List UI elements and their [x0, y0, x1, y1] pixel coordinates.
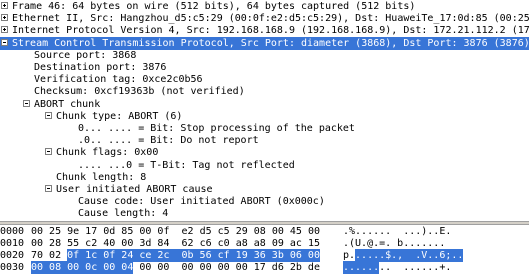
- tree-row[interactable]: Cause length: 4: [0, 207, 529, 220]
- tree-row[interactable]: Chunk type: ABORT (6): [0, 110, 529, 123]
- tree-row[interactable]: Cause code: User initiated ABORT (0x000c…: [0, 195, 529, 208]
- tree-row-label: Checksum: 0xcf19363b (not verified): [34, 86, 245, 98]
- tree-row-label: Internet Protocol Version 4, Src: 192.16…: [12, 25, 529, 37]
- tree-row-label: Chunk flags: 0x00: [56, 147, 159, 159]
- tree-row[interactable]: Chunk flags: 0x00: [0, 146, 529, 159]
- hex-offset: 0030: [0, 262, 25, 273]
- tree-row[interactable]: Stream Control Transmission Protocol, Sr…: [0, 36, 529, 50]
- hex-ascii-highlight: ......: [343, 261, 380, 274]
- tree-row[interactable]: 0... .... = Bit: Stop processing of the …: [0, 122, 529, 135]
- tree-row-label: Cause length: 4: [78, 208, 169, 220]
- tree-row-label: Frame 46: 64 bytes on wire (512 bits), 6…: [12, 1, 416, 12]
- packet-bytes-pane[interactable]: 0000 00 25 9e 17 0d 85 00 0f e2 d5 c5 29 …: [0, 225, 529, 274]
- tree-row-label: User initiated ABORT cause: [56, 184, 213, 195]
- hex-row[interactable]: 0030 00 08 00 0c 00 04 00 00 00 00 00 00 …: [0, 261, 529, 274]
- packet-details-tree[interactable]: Frame 46: 64 bytes on wire (512 bits), 6…: [0, 0, 529, 221]
- tree-row[interactable]: .0.. .... = Bit: Do not report: [0, 134, 529, 147]
- tree-row[interactable]: Internet Protocol Version 4, Src: 192.16…: [0, 24, 529, 37]
- tree-row[interactable]: Chunk length: 8: [0, 171, 529, 184]
- tree-row[interactable]: User initiated ABORT cause: [0, 183, 529, 196]
- tree-row-label: Chunk length: 8: [56, 171, 147, 183]
- collapse-icon[interactable]: [1, 38, 8, 46]
- tree-row-label: Chunk type: ABORT (6): [56, 110, 183, 122]
- tree-row[interactable]: Checksum: 0xcf19363b (not verified): [0, 85, 529, 98]
- tree-row-label: Verification tag: 0xce2c0b56: [34, 74, 203, 86]
- expand-icon[interactable]: [1, 2, 8, 9]
- tree-row[interactable]: .... ...0 = T-Bit: Tag not reflected: [0, 159, 529, 172]
- hex-bytes: 00 00 00 00 00 00 17 d6 2b de: [133, 262, 320, 273]
- collapse-icon[interactable]: [45, 148, 52, 156]
- tree-row[interactable]: Verification tag: 0xce2c0b56: [0, 73, 529, 86]
- hex-bytes-highlight: 00 08 00 0c 00 04: [31, 261, 134, 274]
- hex-ascii: .. ......+.: [379, 262, 452, 273]
- tree-row-label: Source port: 3868: [34, 49, 137, 61]
- tree-row-label: Cause code: User initiated ABORT (0x000c…: [78, 196, 325, 208]
- collapse-icon[interactable]: [23, 99, 30, 107]
- expand-icon[interactable]: [1, 26, 8, 34]
- expand-icon[interactable]: [1, 14, 8, 22]
- tree-row-label: Stream Control Transmission Protocol, Sr…: [12, 37, 529, 49]
- tree-row[interactable]: Source port: 3868: [0, 49, 529, 62]
- tree-row[interactable]: ABORT chunk: [0, 98, 529, 111]
- tree-row-label: ABORT chunk: [34, 98, 101, 110]
- collapse-icon[interactable]: [45, 111, 52, 119]
- tree-row-label: .0.. .... = Bit: Do not report: [78, 135, 259, 147]
- tree-row-label: Destination port: 3876: [34, 62, 167, 73]
- tree-row[interactable]: Ethernet II, Src: Hangzhou_d5:c5:29 (00:…: [0, 12, 529, 25]
- tree-row[interactable]: Frame 46: 64 bytes on wire (512 bits), 6…: [0, 0, 529, 13]
- tree-row-label: 0... .... = Bit: Stop processing of the …: [78, 123, 355, 134]
- tree-row[interactable]: Destination port: 3876: [0, 61, 529, 74]
- collapse-icon[interactable]: [45, 185, 52, 192]
- tree-row-label: .... ...0 = T-Bit: Tag not reflected: [78, 159, 295, 171]
- tree-row-label: Ethernet II, Src: Hangzhou_d5:c5:29 (00:…: [12, 13, 529, 25]
